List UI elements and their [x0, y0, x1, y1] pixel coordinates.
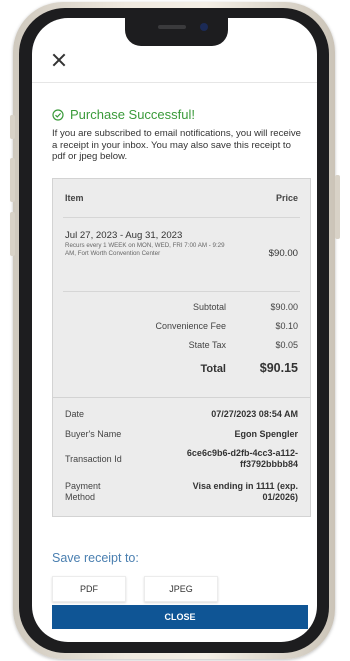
save-pdf-button[interactable]: PDF: [52, 576, 126, 602]
header-divider: [32, 82, 317, 83]
receipt-info-text: If you are subscribed to email notificat…: [52, 128, 302, 163]
close-icon[interactable]: [51, 52, 67, 68]
phone-notch: [125, 18, 228, 46]
buyer-name-value: Egon Spengler: [234, 429, 298, 439]
transaction-details-panel: Date 07/27/2023 08:54 AM Buyer's Name Eg…: [52, 397, 311, 517]
total-label: Total: [200, 363, 226, 375]
phone-volume-down: [10, 212, 15, 256]
phone-screen: Purchase Successful! If you are subscrib…: [32, 18, 317, 642]
receipt-items-panel: Item Price Jul 27, 2023 - Aug 31, 2023 R…: [52, 178, 311, 406]
payment-method-label: Payment Method: [65, 481, 101, 502]
save-receipt-heading: Save receipt to:: [52, 551, 139, 565]
convenience-fee-value: $0.10: [275, 321, 298, 331]
transaction-id-label: Transaction Id: [65, 454, 122, 464]
column-header-price: Price: [275, 193, 298, 203]
transaction-id-value: 6ce6c9b6-d2fb-4cc3-a112-ff3792bbbb84: [186, 448, 298, 469]
phone-volume-up: [10, 158, 15, 202]
date-value: 07/27/2023 08:54 AM: [211, 409, 298, 419]
buyer-name-label: Buyer's Name: [65, 429, 122, 439]
summary-divider: [63, 291, 300, 292]
subtotal-value: $90.00: [270, 302, 298, 312]
close-button[interactable]: CLOSE: [52, 605, 308, 629]
speaker-icon: [158, 25, 186, 29]
camera-icon: [200, 23, 208, 31]
line-item-price: $90.00: [268, 248, 298, 259]
line-item-details: Recurs every 1 WEEK on MON, WED, FRI 7:0…: [65, 242, 225, 257]
column-header-item: Item: [65, 193, 84, 203]
phone-mute-switch: [10, 115, 15, 139]
save-jpeg-button[interactable]: JPEG: [144, 576, 218, 602]
convenience-fee-label: Convenience Fee: [155, 321, 226, 331]
state-tax-value: $0.05: [275, 340, 298, 350]
subtotal-label: Subtotal: [192, 302, 226, 312]
check-circle-icon: [52, 108, 64, 121]
phone-power-button: [335, 175, 340, 239]
state-tax-label: State Tax: [188, 340, 226, 350]
modal-title: Purchase Successful!: [70, 107, 196, 122]
success-heading: Purchase Successful!: [52, 107, 195, 122]
date-label: Date: [65, 409, 85, 419]
payment-method-value: Visa ending in 1111 (exp. 01/2026): [192, 481, 298, 502]
line-item-title: Jul 27, 2023 - Aug 31, 2023: [65, 230, 183, 241]
items-divider: [63, 217, 300, 218]
total-value: $90.15: [259, 361, 298, 375]
